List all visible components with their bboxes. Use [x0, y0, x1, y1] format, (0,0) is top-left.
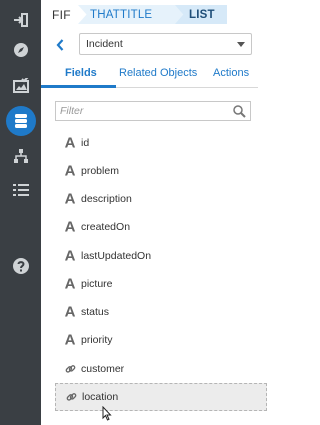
active-indicator: [5, 106, 36, 136]
image-check-icon: [12, 78, 29, 93]
field-item-status[interactable]: A status: [55, 298, 267, 326]
field-item-id[interactable]: A id: [55, 129, 267, 157]
tab-bar: Fields Related Objects Actions: [41, 62, 258, 88]
object-select-value: Incident: [86, 38, 123, 50]
field-name: picture: [81, 278, 113, 290]
mouse-cursor-icon: [102, 406, 112, 421]
field-item-description[interactable]: A description: [55, 185, 267, 213]
field-name: lastUpdatedOn: [81, 250, 152, 262]
field-item-picture[interactable]: A picture: [55, 270, 267, 298]
tab-related-objects[interactable]: Related Objects: [119, 67, 197, 79]
text-type-icon: A: [64, 162, 76, 180]
field-item-problem[interactable]: A problem: [55, 157, 267, 185]
text-type-icon: A: [64, 303, 76, 321]
list-icon: [12, 184, 29, 196]
field-name: description: [81, 193, 132, 205]
field-item-location[interactable]: location: [55, 383, 267, 411]
field-name: problem: [81, 165, 119, 177]
chevron-down-icon: [237, 42, 245, 47]
tab-fields[interactable]: Fields: [65, 67, 97, 79]
text-type-icon: A: [64, 134, 76, 152]
breadcrumb-root[interactable]: FIF: [41, 8, 81, 22]
compass-icon: [13, 43, 28, 57]
fields-panel: FIF THATTITLE LIST Incident Fields Relat…: [41, 0, 267, 425]
help-icon: [12, 258, 29, 274]
data-objects-button[interactable]: [0, 104, 41, 138]
tab-actions[interactable]: Actions: [213, 67, 249, 79]
field-name: status: [81, 306, 110, 318]
sitemap-button[interactable]: [0, 139, 41, 173]
field-name: id: [81, 137, 90, 149]
compass-button[interactable]: [0, 33, 41, 67]
link-icon: [65, 392, 77, 403]
breadcrumb: FIF THATTITLE LIST: [41, 0, 258, 30]
list-button[interactable]: [0, 173, 41, 207]
field-name: location: [82, 391, 119, 403]
database-icon: [14, 114, 27, 128]
field-item-customer[interactable]: customer: [55, 355, 267, 383]
text-type-icon: A: [64, 247, 76, 265]
field-item-createdon[interactable]: A createdOn: [55, 213, 267, 241]
text-type-icon: A: [64, 190, 76, 208]
breadcrumb-item-title[interactable]: THATTITLE: [78, 5, 185, 24]
field-name: priority: [81, 334, 113, 346]
active-tab-indicator: [41, 85, 116, 88]
back-button[interactable]: [53, 37, 67, 53]
sitemap-icon: [13, 149, 28, 163]
filter-box: [55, 101, 251, 121]
text-type-icon: A: [64, 331, 76, 349]
link-icon: [64, 364, 76, 375]
text-type-icon: A: [64, 275, 76, 293]
field-item-lastupdatedon[interactable]: A lastUpdatedOn: [55, 242, 267, 270]
text-type-icon: A: [64, 218, 76, 236]
left-nav-rail: [0, 0, 41, 425]
field-name: customer: [81, 363, 125, 375]
sign-in-button[interactable]: [0, 3, 41, 37]
chevron-left-icon: [56, 39, 64, 51]
filter-input[interactable]: [56, 102, 226, 120]
help-button[interactable]: [0, 249, 41, 283]
sign-in-icon: [13, 13, 28, 27]
object-select[interactable]: Incident: [79, 33, 252, 55]
image-check-button[interactable]: [0, 69, 41, 103]
search-icon: [233, 105, 246, 118]
field-item-priority[interactable]: A priority: [55, 326, 267, 354]
field-name: createdOn: [81, 221, 131, 233]
